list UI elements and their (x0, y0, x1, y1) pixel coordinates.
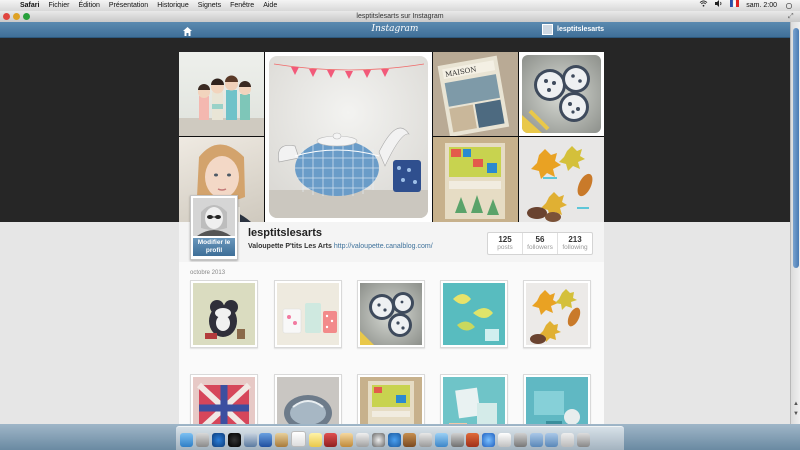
stat-followers-count: 56 (535, 235, 545, 244)
textedit-icon[interactable] (419, 433, 433, 447)
cover-photo-magazine[interactable]: MAISON (433, 52, 518, 136)
stat-following[interactable]: 213 following (558, 233, 592, 254)
menu-fichier[interactable]: Fichier (48, 0, 69, 11)
menu-safari[interactable]: Safari (20, 0, 39, 11)
trash-icon[interactable] (576, 433, 590, 447)
profile-avatar-card: Modifier le profil (190, 195, 238, 260)
dashboard-icon[interactable] (196, 433, 210, 447)
utilities-icon[interactable] (450, 433, 464, 447)
calendar-icon[interactable] (290, 431, 306, 447)
wifi-icon[interactable] (699, 0, 708, 11)
stat-posts-count: 125 (498, 235, 512, 244)
font-book-icon[interactable] (355, 433, 369, 447)
menu-historique[interactable]: Historique (157, 0, 189, 11)
itunes-icon[interactable] (482, 433, 496, 447)
header-username: lesptitslesarts (557, 26, 605, 33)
scroll-down-arrow[interactable]: ▼ (792, 410, 800, 418)
photo-booth-icon[interactable] (324, 433, 338, 447)
flag-icon[interactable] (730, 0, 740, 11)
spotlight-search-icon[interactable] (786, 2, 792, 9)
cover-photo-cookies[interactable] (519, 52, 604, 136)
image-capture-icon[interactable] (434, 433, 448, 447)
avatar[interactable] (193, 198, 235, 236)
system-preferences-icon[interactable] (513, 433, 527, 447)
vlc-icon[interactable] (466, 433, 480, 447)
photo-thumbnail-leaves-turquoise[interactable] (440, 280, 508, 348)
stat-following-label: following (562, 244, 588, 251)
window-title: lesptitslesarts sur Instagram (356, 13, 444, 20)
cover-photo-teapot[interactable] (265, 52, 432, 222)
quicktime-icon[interactable] (371, 433, 385, 447)
profile-bio: Valoupette P'tits Les Arts http://valoup… (248, 243, 433, 250)
edit-profile-button[interactable]: Modifier le profil (193, 238, 235, 256)
user-icon (542, 24, 553, 35)
feed-month-heading: octobre 2013 (190, 270, 226, 276)
cover-photo-book[interactable] (433, 137, 518, 222)
menu-aide[interactable]: Aide (263, 0, 277, 11)
clock-text[interactable]: sam. 2:00 (746, 0, 777, 11)
fullscreen-icon[interactable]: ⤢ (788, 13, 796, 20)
menu-fenetre[interactable]: Fenêtre (230, 0, 254, 11)
header-user-menu[interactable]: lesptitslesarts (542, 24, 604, 35)
window-scrollbar[interactable]: ▲ ▼ (790, 22, 800, 424)
cover-photo-dolls[interactable] (179, 52, 264, 136)
profile-username: lesptitslesarts (248, 227, 322, 239)
time-machine-icon[interactable] (227, 433, 241, 447)
downloads-stack-icon[interactable] (561, 433, 575, 447)
preview-icon[interactable] (243, 433, 257, 447)
photo-thumbnail-mugs[interactable] (274, 280, 342, 348)
scroll-up-arrow[interactable]: ▲ (792, 400, 800, 408)
safari-dock-icon[interactable] (387, 433, 401, 447)
stat-followers-label: followers (527, 244, 553, 251)
photo-thumbnail-plush[interactable] (190, 280, 258, 348)
instagram-header: Instagram lesptitslesarts (0, 22, 790, 38)
documents-folder-icon[interactable] (545, 433, 559, 447)
profile-full-name: Valoupette P'tits Les Arts (248, 243, 332, 250)
profile-stats: 125 posts 56 followers 213 following (487, 232, 593, 255)
mail-icon[interactable] (259, 433, 273, 447)
profile-website-link[interactable]: http://valoupette.canalblog.com/ (334, 243, 433, 250)
app-store-icon[interactable] (211, 433, 225, 447)
menu-list: Safari Fichier Édition Présentation Hist… (20, 0, 286, 11)
notes-icon[interactable] (308, 433, 322, 447)
mac-dock (176, 426, 624, 450)
stat-followers[interactable]: 56 followers (523, 233, 558, 254)
applications-folder-icon[interactable] (529, 433, 543, 447)
menu-edition[interactable]: Édition (78, 0, 99, 11)
stat-following-count: 213 (568, 235, 582, 244)
finder-icon[interactable] (180, 433, 194, 447)
cover-photo-leaves[interactable] (519, 137, 604, 222)
stat-posts-label: posts (497, 244, 513, 251)
contacts-icon[interactable] (275, 433, 289, 447)
help-icon[interactable] (498, 433, 512, 447)
menu-signets[interactable]: Signets (198, 0, 221, 11)
photo-thumbnail-cookies[interactable] (357, 280, 425, 348)
menubar-status: sam. 2:00 (692, 0, 794, 11)
stat-posts[interactable]: 125 posts (488, 233, 523, 254)
garageband-icon[interactable] (403, 433, 417, 447)
volume-icon[interactable] (715, 0, 723, 11)
menu-presentation[interactable]: Présentation (109, 0, 148, 11)
iphoto-icon[interactable] (340, 433, 354, 447)
instagram-logo[interactable]: Instagram (0, 22, 790, 37)
photo-thumbnail-leaves-white[interactable] (523, 280, 591, 348)
edit-profile-label-line1: Modifier le (197, 239, 231, 246)
cover-photo-mosaic: MAISON (179, 52, 604, 222)
scrollbar-thumb[interactable] (793, 28, 799, 268)
edit-profile-label-line2: profil (205, 247, 223, 254)
